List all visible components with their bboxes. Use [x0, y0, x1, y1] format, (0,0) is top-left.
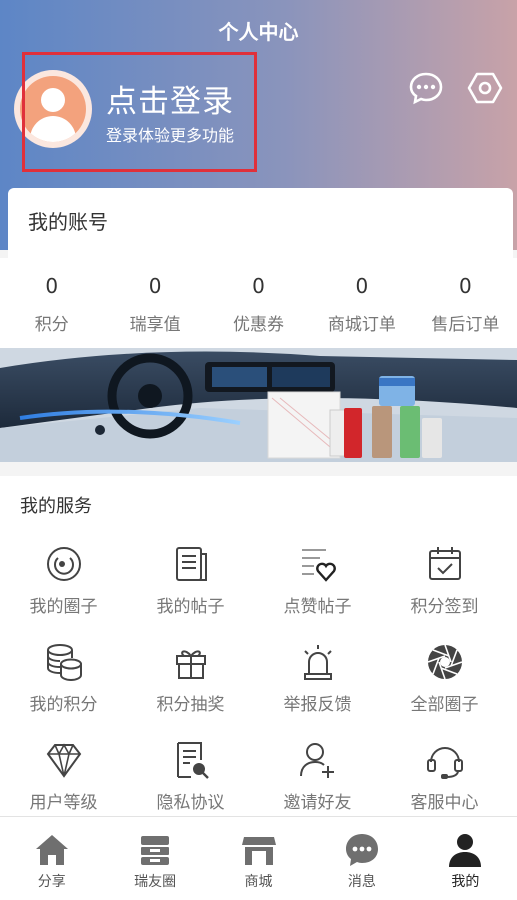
service-my-posts[interactable]: 我的帖子 [127, 542, 254, 640]
service-label: 举报反馈 [283, 695, 352, 715]
account-card: 我的账号 [8, 188, 513, 258]
box-icon [141, 836, 170, 865]
service-label: 积分签到 [410, 597, 479, 617]
stat-aftersale-orders[interactable]: 0 售后订单 [414, 258, 517, 348]
aperture-icon [427, 644, 462, 680]
add-user-icon [299, 743, 334, 778]
calendar-check-icon [428, 547, 461, 580]
services-grid: 我的圈子 我的帖子 点赞帖子 积分签到 我的积分 积分抽奖 举报反馈 全部圈子 … [0, 542, 517, 816]
store-icon [241, 837, 276, 865]
page-title: 个人中心 [218, 20, 299, 44]
service-my-circles[interactable]: 我的圈子 [0, 542, 127, 640]
bottom-tab-bar: 分享 瑞友圈 商城 消息 我的 [0, 816, 517, 900]
stat-value: 0 [45, 274, 59, 298]
service-user-level[interactable]: 用户等级 [0, 738, 127, 816]
service-label: 客服中心 [410, 793, 479, 813]
tab-mine[interactable]: 我的 [414, 817, 517, 900]
service-label: 用户等级 [29, 793, 98, 813]
account-stats: 0 积分 0 瑞享值 0 优惠券 0 商城订单 0 售后订单 [0, 258, 517, 348]
tab-label: 我的 [451, 874, 480, 890]
services-section: 我的服务 我的圈子 我的帖子 点赞帖子 积分签到 我的积分 积分抽奖 举报反馈 … [0, 476, 517, 816]
account-title: 我的账号 [28, 210, 108, 234]
file-lock-icon [176, 742, 209, 779]
car-interior-image [0, 348, 517, 462]
login-highlight-box [22, 52, 257, 172]
tab-messages[interactable]: 消息 [310, 817, 413, 900]
stat-shop-orders[interactable]: 0 商城订单 [310, 258, 413, 348]
user-icon [449, 834, 482, 867]
heart-list-icon [301, 549, 336, 582]
gift-icon [175, 650, 206, 679]
tab-circle[interactable]: 瑞友圈 [103, 817, 206, 900]
service-label: 我的帖子 [156, 597, 225, 617]
tab-label: 瑞友圈 [134, 874, 177, 890]
stat-ruixiang[interactable]: 0 瑞享值 [103, 258, 206, 348]
service-liked-posts[interactable]: 点赞帖子 [254, 542, 381, 640]
stat-label: 优惠券 [233, 315, 285, 335]
service-privacy[interactable]: 隐私协议 [127, 738, 254, 816]
service-invite[interactable]: 邀请好友 [254, 738, 381, 816]
tab-store[interactable]: 商城 [207, 817, 310, 900]
diamond-icon [46, 743, 81, 778]
stat-label: 积分 [34, 315, 69, 335]
service-support[interactable]: 客服中心 [381, 738, 508, 816]
circle-icon [46, 547, 81, 581]
stat-label: 商城订单 [327, 315, 396, 335]
tab-label: 分享 [37, 874, 66, 890]
service-lottery[interactable]: 积分抽奖 [127, 640, 254, 738]
alarm-icon [303, 645, 332, 680]
tab-label: 消息 [347, 874, 376, 890]
service-label: 邀请好友 [283, 793, 352, 813]
stat-value: 0 [148, 274, 162, 298]
message-icon[interactable] [408, 70, 444, 106]
tab-share[interactable]: 分享 [0, 817, 103, 900]
services-title: 我的服务 [20, 496, 92, 517]
service-label: 全部圈子 [410, 695, 479, 715]
promo-banner[interactable] [0, 348, 517, 462]
stat-value: 0 [355, 274, 369, 298]
coins-icon [46, 644, 82, 682]
service-checkin[interactable]: 积分签到 [381, 542, 508, 640]
service-report[interactable]: 举报反馈 [254, 640, 381, 738]
stat-label: 瑞享值 [129, 315, 181, 335]
chat-icon [345, 834, 378, 866]
service-label: 隐私协议 [156, 793, 225, 813]
service-label: 点赞帖子 [283, 597, 352, 617]
service-label: 我的积分 [29, 695, 98, 715]
service-my-points[interactable]: 我的积分 [0, 640, 127, 738]
service-label: 积分抽奖 [156, 695, 225, 715]
tab-label: 商城 [244, 874, 273, 890]
stat-coupons[interactable]: 0 优惠券 [207, 258, 310, 348]
service-label: 我的圈子 [29, 597, 98, 617]
stat-points[interactable]: 0 积分 [0, 258, 103, 348]
document-icon [175, 547, 207, 581]
stat-value: 0 [252, 274, 265, 298]
headset-icon [426, 747, 463, 779]
home-icon [35, 835, 68, 865]
stat-label: 售后订单 [431, 315, 500, 335]
stat-value: 0 [458, 274, 472, 298]
service-all-circles[interactable]: 全部圈子 [381, 640, 508, 738]
settings-icon[interactable] [467, 70, 503, 106]
